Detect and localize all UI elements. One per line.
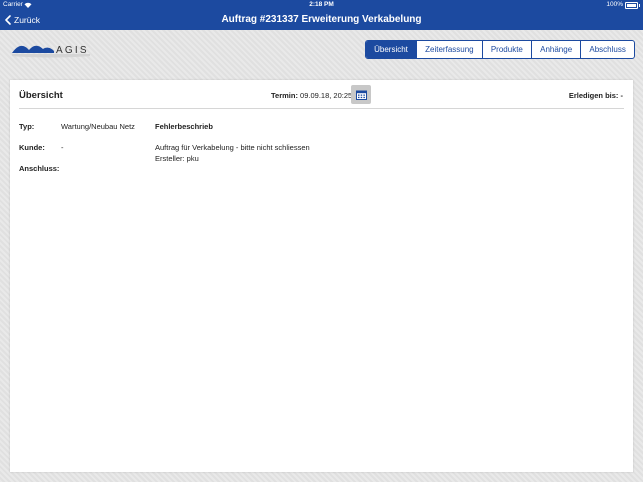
battery-percentage: 100% (606, 1, 623, 8)
tab-abschluss[interactable]: Abschluss (580, 41, 634, 58)
kunde-value: - (61, 143, 64, 152)
typ-value: Wartung/Neubau Netz (61, 122, 135, 131)
tab-anhaenge[interactable]: Anhänge (531, 41, 580, 58)
erledigen-value: - (620, 91, 624, 100)
ersteller-text: Ersteller: pku (155, 154, 199, 163)
calendar-button[interactable] (351, 85, 371, 104)
termin-label: Termin: (271, 91, 298, 100)
termin: Termin: 09.09.18, 20:25 (271, 91, 352, 100)
divider (19, 108, 624, 109)
overview-card: Übersicht Termin: 09.09.18, 20:25 Erledi… (10, 80, 633, 472)
navigation-bar: Carrier 2:18 PM 100% Zurück Auftrag #231… (0, 0, 643, 30)
erledigen-label: Erledigen bis: (568, 91, 619, 100)
fehlerbeschrieb-label: Fehlerbeschrieb (155, 122, 213, 131)
page-title: Auftrag #231337 Erweiterung Verkabelung (221, 14, 422, 25)
tab-uebersicht[interactable]: Übersicht (366, 41, 417, 58)
anschluss-label: Anschluss: (19, 164, 60, 173)
status-time: 2:18 PM (309, 1, 334, 8)
calendar-icon (355, 90, 367, 100)
termin-value: 09.09.18, 20:25 (300, 91, 353, 100)
battery-icon (625, 2, 638, 9)
erledigen-bis: Erledigen bis: - (569, 91, 623, 100)
typ-label: Typ: (19, 122, 35, 131)
tab-produkte[interactable]: Produkte (481, 41, 531, 58)
battery-tip (638, 3, 640, 7)
fehlerbeschrieb-text: Auftrag für Verkabelung - bitte nicht sc… (155, 143, 310, 152)
segmented-tabs: Übersicht Zeiterfassung Produkte Anhänge… (365, 40, 635, 59)
overview-heading: Übersicht (19, 90, 63, 101)
logo-text: AGIS (56, 45, 89, 56)
kunde-label: Kunde: (19, 143, 45, 152)
tab-zeiterfassung[interactable]: Zeiterfassung (416, 41, 482, 58)
status-bar: Carrier 2:18 PM 100% (0, 0, 643, 10)
